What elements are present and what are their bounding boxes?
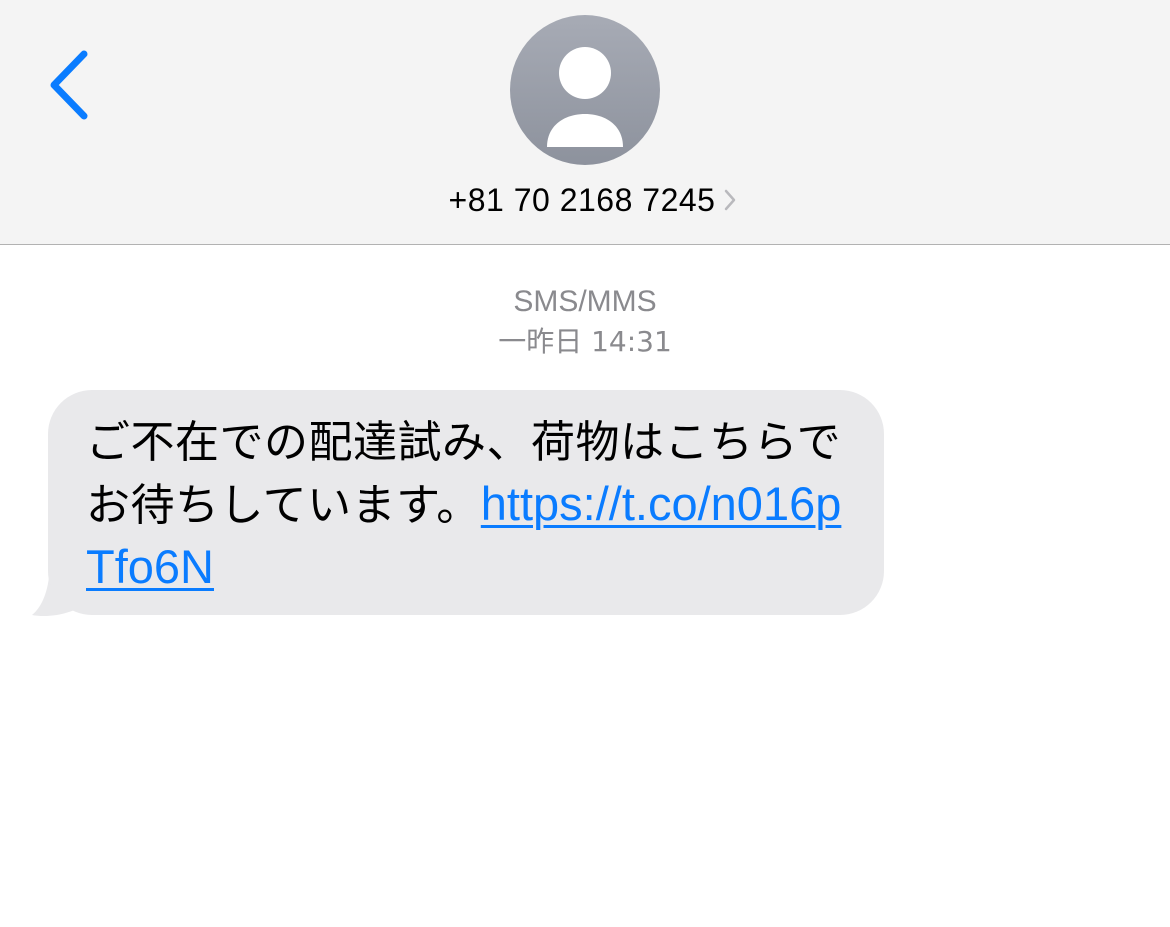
avatar[interactable] bbox=[510, 15, 660, 165]
contact-details-button[interactable]: +81 70 2168 7245 bbox=[433, 176, 738, 224]
service-label: SMS/MMS bbox=[513, 285, 657, 318]
person-silhouette-icon bbox=[547, 47, 623, 147]
conversation-meta: SMS/MMS 一昨日 14:31 bbox=[0, 282, 1170, 362]
chevron-right-icon bbox=[723, 186, 737, 214]
message-timestamp: 一昨日 14:31 bbox=[498, 325, 672, 358]
back-button[interactable] bbox=[38, 44, 102, 128]
message-bubble[interactable]: ご不在での配達試み、荷物はこちらでお待ちしています。https://t.co/n… bbox=[48, 390, 884, 615]
conversation-header: +81 70 2168 7245 bbox=[0, 0, 1170, 245]
contact-name: +81 70 2168 7245 bbox=[448, 182, 716, 218]
contact-row: +81 70 2168 7245 bbox=[0, 176, 1170, 224]
message-text: ご不在での配達試み、荷物はこちらでお待ちしています。https://t.co/n… bbox=[86, 412, 854, 599]
chevron-left-icon bbox=[50, 50, 88, 120]
